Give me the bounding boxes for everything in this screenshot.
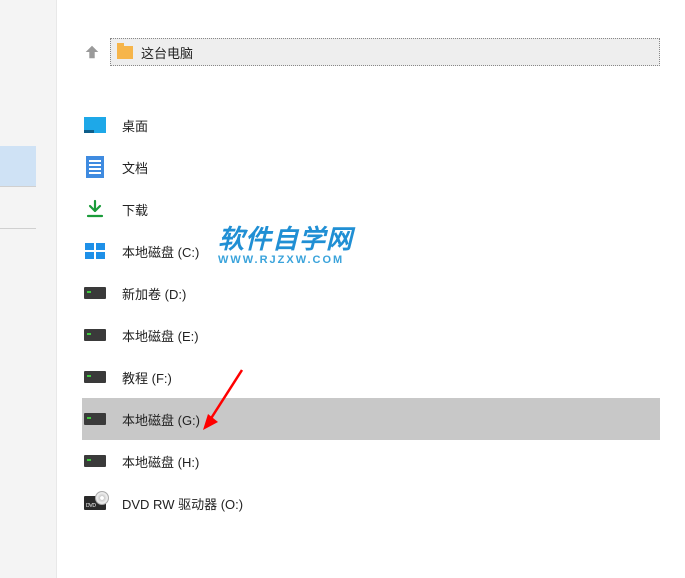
dvd-drive-icon: [84, 492, 106, 514]
list-item-drive-h[interactable]: 本地磁盘 (H:): [82, 440, 660, 482]
drive-icon: [84, 324, 106, 346]
list-item-drive-g[interactable]: 本地磁盘 (G:): [82, 398, 660, 440]
file-browser-panel: 这台电脑 桌面 文档 下载 本地磁盘 (C:) 新加卷 (D:): [56, 0, 685, 578]
windows-drive-icon: [84, 240, 106, 262]
list-item-label: 本地磁盘 (H:): [122, 452, 199, 471]
location-list: 桌面 文档 下载 本地磁盘 (C:) 新加卷 (D:) 本地磁盘 (E:): [82, 104, 660, 524]
list-item-label: 本地磁盘 (E:): [122, 326, 199, 345]
sidebar-divider: [0, 228, 36, 229]
folder-icon: [117, 46, 133, 59]
list-item-drive-e[interactable]: 本地磁盘 (E:): [82, 314, 660, 356]
drive-icon: [84, 408, 106, 430]
list-item-label: 桌面: [122, 116, 148, 135]
drive-icon: [84, 366, 106, 388]
list-item-dvd-drive[interactable]: DVD RW 驱动器 (O:): [82, 482, 660, 524]
list-item-label: 本地磁盘 (G:): [122, 410, 200, 429]
sidebar-divider: [0, 186, 36, 187]
list-item-desktop[interactable]: 桌面: [82, 104, 660, 146]
list-item-label: 下载: [122, 200, 148, 219]
download-icon: [84, 198, 106, 220]
drive-icon: [84, 282, 106, 304]
desktop-icon: [84, 114, 106, 136]
nav-up-button[interactable]: [82, 42, 102, 62]
list-item-downloads[interactable]: 下载: [82, 188, 660, 230]
breadcrumb-label: 这台电脑: [141, 43, 193, 62]
list-item-drive-c[interactable]: 本地磁盘 (C:): [82, 230, 660, 272]
list-item-label: 新加卷 (D:): [122, 284, 186, 303]
list-item-label: 教程 (F:): [122, 368, 172, 387]
sidebar-selection-indicator: [0, 146, 36, 186]
list-item-label: DVD RW 驱动器 (O:): [122, 494, 243, 513]
breadcrumb-row: 这台电脑: [82, 38, 660, 66]
list-item-documents[interactable]: 文档: [82, 146, 660, 188]
drive-icon: [84, 450, 106, 472]
list-item-drive-d[interactable]: 新加卷 (D:): [82, 272, 660, 314]
list-item-label: 本地磁盘 (C:): [122, 242, 199, 261]
document-icon: [84, 156, 106, 178]
list-item-drive-f[interactable]: 教程 (F:): [82, 356, 660, 398]
list-item-label: 文档: [122, 158, 148, 177]
breadcrumb[interactable]: 这台电脑: [110, 38, 660, 66]
